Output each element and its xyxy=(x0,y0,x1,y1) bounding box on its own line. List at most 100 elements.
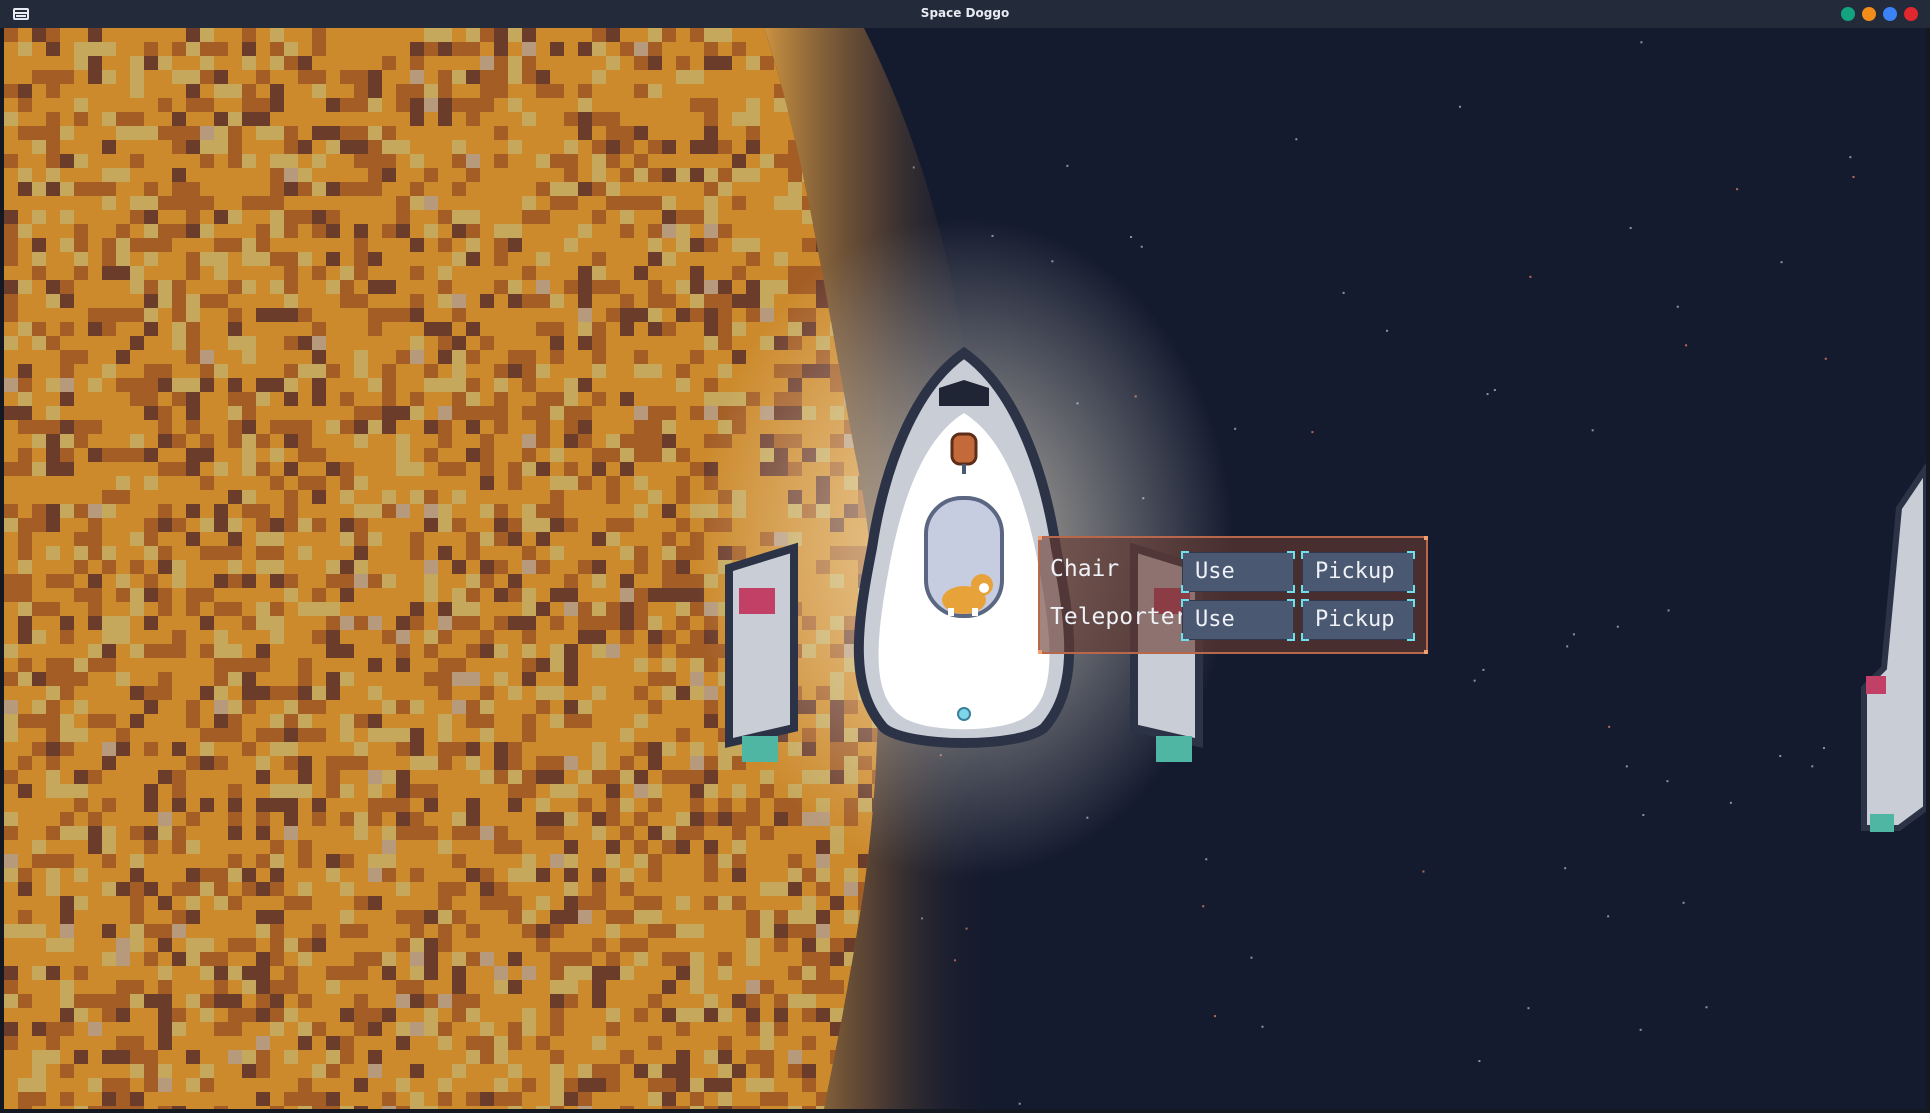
planet-tile xyxy=(298,448,312,462)
planet-tile xyxy=(270,280,284,294)
planet-tile xyxy=(102,840,116,854)
planet-tile xyxy=(396,1078,410,1092)
planet-tile xyxy=(452,154,466,168)
chair-use-button[interactable]: Use xyxy=(1181,551,1295,593)
planet-tile xyxy=(690,168,704,182)
planet-tile xyxy=(788,196,802,210)
planet-tile xyxy=(760,980,774,994)
planet-tile xyxy=(466,952,480,966)
planet-tile xyxy=(648,238,662,252)
planet-tile xyxy=(186,70,200,84)
star xyxy=(1852,176,1855,179)
window-titlebar[interactable]: Space Doggo xyxy=(0,0,1930,29)
planet-tile xyxy=(718,1050,732,1064)
planet-tile xyxy=(494,1092,508,1106)
game-viewport[interactable]: Chair Use Pickup Teleporter Use Pickup xyxy=(4,28,1926,1109)
planet-tile xyxy=(718,224,732,238)
planet-tile xyxy=(312,224,326,238)
planet-tile xyxy=(578,896,592,910)
pilot-chair[interactable] xyxy=(950,432,978,466)
planet-tile xyxy=(564,700,578,714)
planet-tile xyxy=(382,504,396,518)
planet-tile xyxy=(256,252,270,266)
planet-tile xyxy=(788,182,802,196)
planet-tile xyxy=(746,308,760,322)
planet-tile xyxy=(424,98,438,112)
planet-tile xyxy=(662,1064,676,1078)
planet-tile xyxy=(18,280,32,294)
planet-tile xyxy=(466,546,480,560)
planet-tile xyxy=(256,392,270,406)
planet-tile xyxy=(676,546,690,560)
planet-tile xyxy=(494,280,508,294)
planet-tile xyxy=(578,1064,592,1078)
planet-tile xyxy=(522,546,536,560)
planet-tile xyxy=(480,1022,494,1036)
planet-tile xyxy=(116,630,130,644)
planet-tile xyxy=(522,784,536,798)
planet-tile xyxy=(158,560,172,574)
planet-tile xyxy=(312,518,326,532)
planet-tile xyxy=(186,700,200,714)
planet-tile xyxy=(354,266,368,280)
planet-tile xyxy=(438,322,452,336)
planet-tile xyxy=(634,364,648,378)
planet-tile xyxy=(550,350,564,364)
planet-tile xyxy=(508,588,522,602)
planet-tile xyxy=(74,658,88,672)
window-button-orange[interactable] xyxy=(1862,7,1876,21)
planet-tile xyxy=(368,1064,382,1078)
planet-tile xyxy=(424,378,438,392)
planet-tile xyxy=(452,1008,466,1022)
planet-tile xyxy=(4,112,18,126)
planet-tile xyxy=(634,448,648,462)
planet-tile xyxy=(494,56,508,70)
planet-tile xyxy=(186,602,200,616)
planet-tile xyxy=(32,854,46,868)
planet-tile xyxy=(46,658,60,672)
planet-tile xyxy=(354,252,368,266)
planet-tile xyxy=(466,1092,480,1106)
planet-tile xyxy=(382,406,396,420)
planet-tile xyxy=(242,700,256,714)
planet-tile xyxy=(172,336,186,350)
planet-tile xyxy=(676,1106,690,1109)
planet-tile xyxy=(130,266,144,280)
planet-tile xyxy=(704,182,718,196)
star xyxy=(1667,609,1670,612)
planet-tile xyxy=(704,28,718,42)
planet-tile xyxy=(648,826,662,840)
planet-tile xyxy=(354,364,368,378)
planet-tile xyxy=(606,1022,620,1036)
planet-tile xyxy=(186,182,200,196)
planet-tile xyxy=(256,756,270,770)
planet-tile xyxy=(256,518,270,532)
planet-tile xyxy=(130,868,144,882)
planet-tile xyxy=(410,154,424,168)
teleporter-pickup-button[interactable]: Pickup xyxy=(1301,599,1415,641)
planet-tile xyxy=(480,770,494,784)
planet-tile xyxy=(494,1036,508,1050)
planet-tile xyxy=(46,336,60,350)
planet-tile xyxy=(634,742,648,756)
planet-tile xyxy=(74,266,88,280)
planet-tile xyxy=(214,966,228,980)
planet-tile xyxy=(46,294,60,308)
planet-tile xyxy=(242,490,256,504)
planet-tile xyxy=(676,1050,690,1064)
planet-tile xyxy=(578,770,592,784)
planet-tile xyxy=(410,336,424,350)
planet-tile xyxy=(368,770,382,784)
chair-pickup-button[interactable]: Pickup xyxy=(1301,551,1415,593)
window-button-red[interactable] xyxy=(1904,7,1918,21)
planet-tile xyxy=(550,686,564,700)
planet-tile xyxy=(256,644,270,658)
planet-tile xyxy=(284,168,298,182)
planet-tile xyxy=(200,728,214,742)
planet-tile xyxy=(116,728,130,742)
window-button-blue[interactable] xyxy=(1883,7,1897,21)
planet-tile xyxy=(228,546,242,560)
window-button-green[interactable] xyxy=(1841,7,1855,21)
teleporter-use-button[interactable]: Use xyxy=(1181,599,1295,641)
planet-tile xyxy=(256,126,270,140)
